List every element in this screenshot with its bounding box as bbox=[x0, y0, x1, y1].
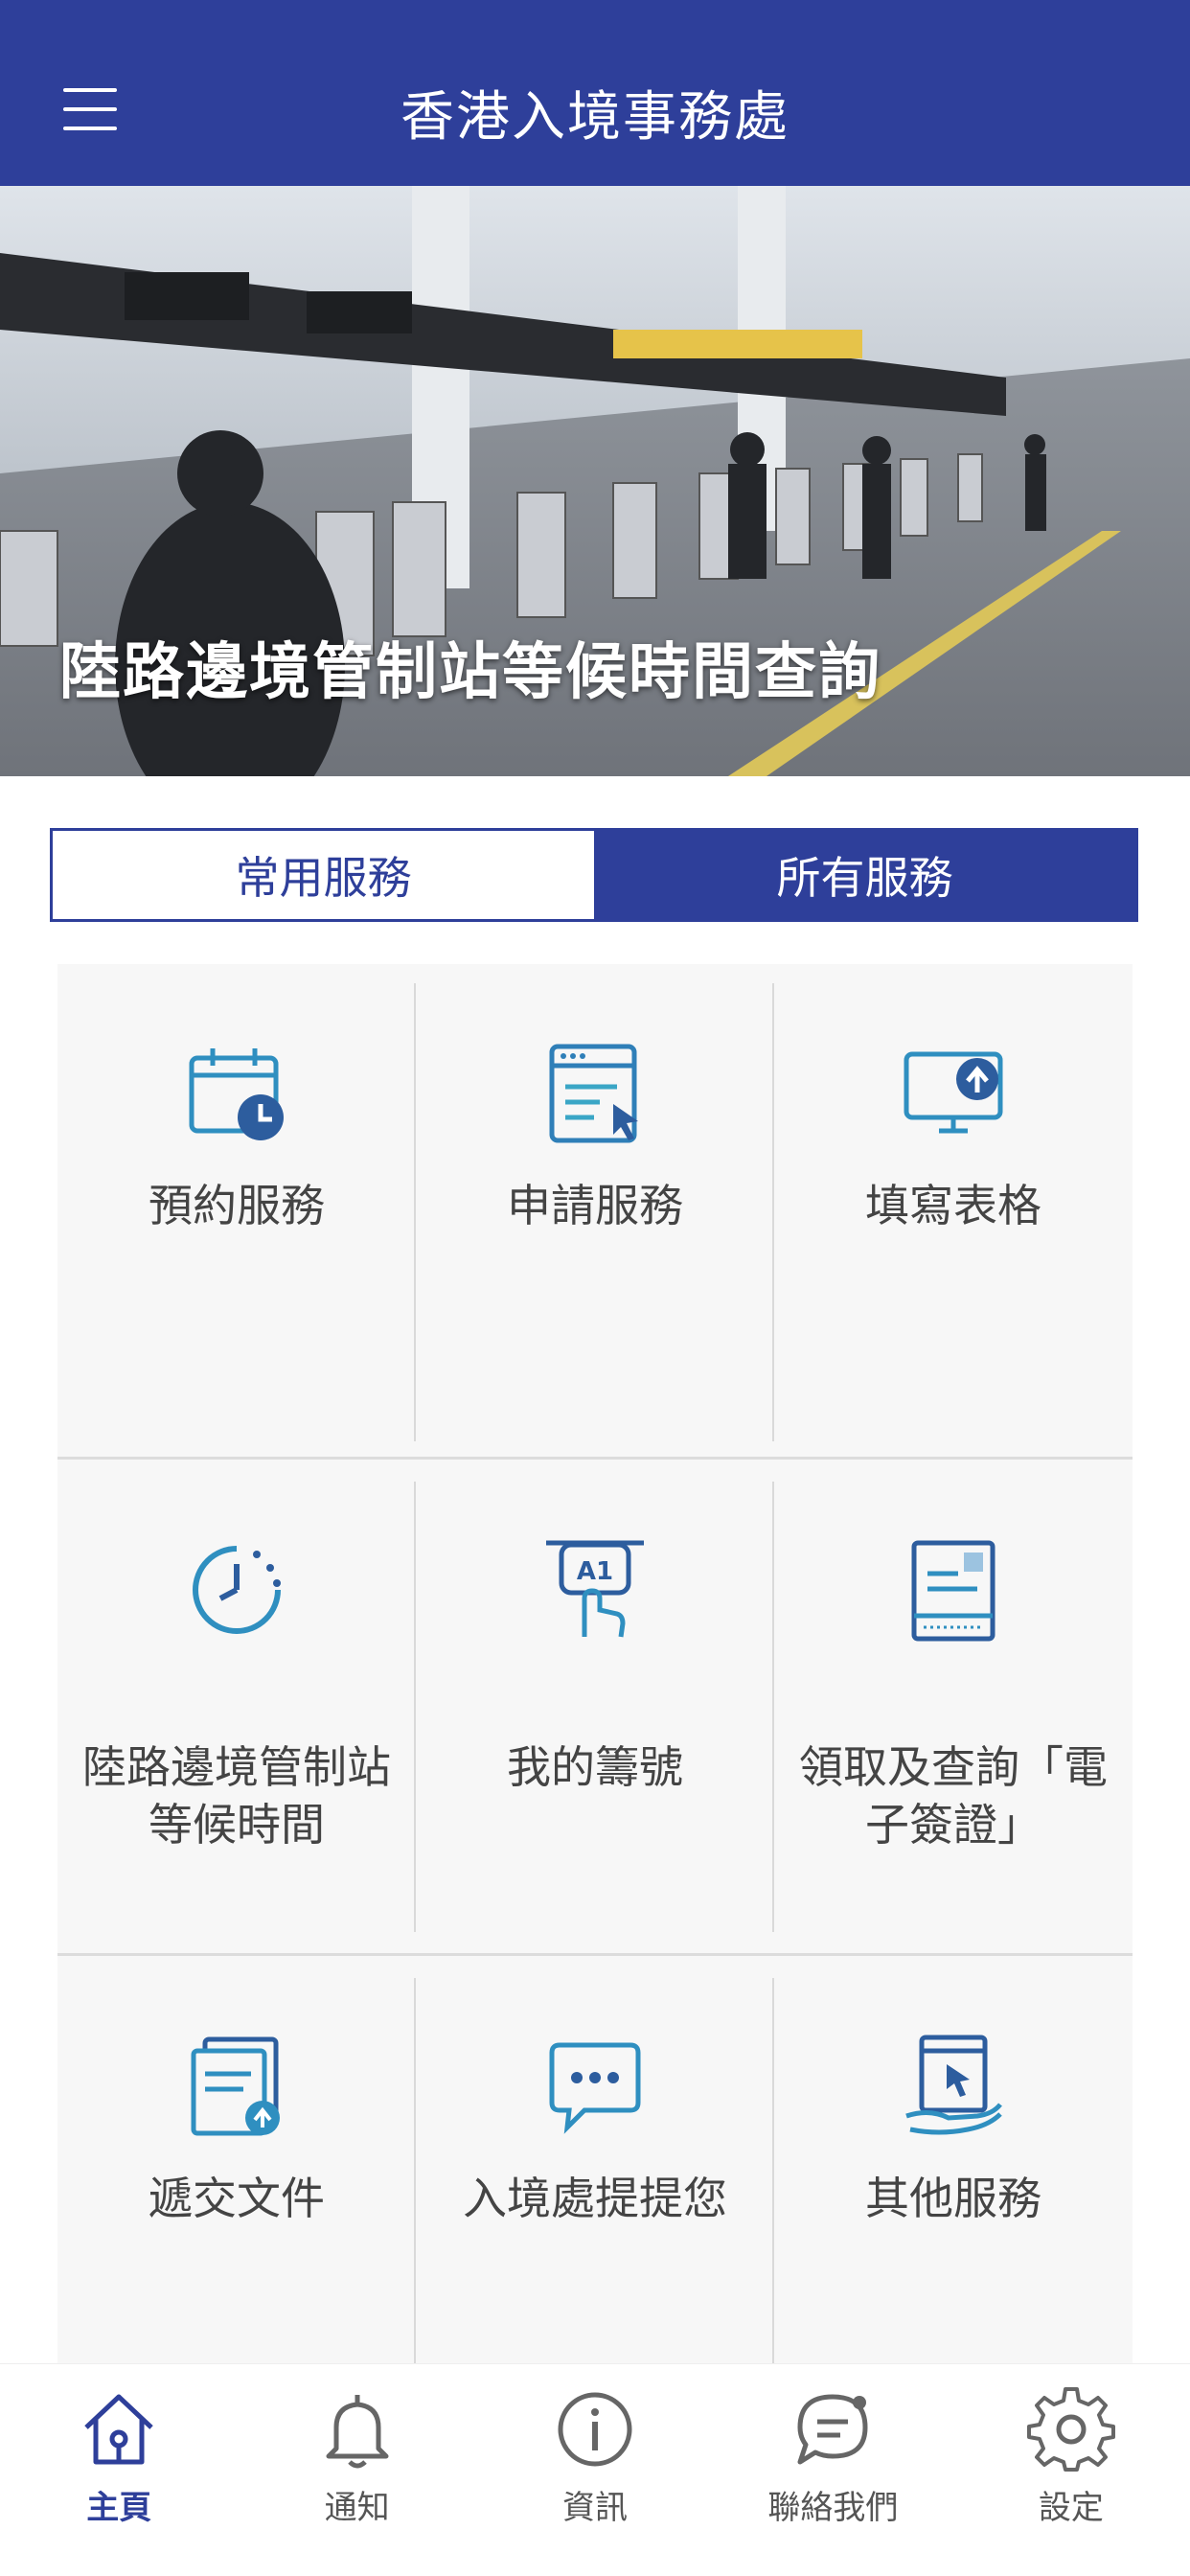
service-label: 我的籌號 bbox=[507, 1741, 683, 1793]
timer-icon bbox=[193, 1546, 281, 1634]
service-grid: 預約服務 申請服務 填寫表格 陸路邊境管制站等候時間 A1 我的籌號 領取及查詢… bbox=[57, 964, 1133, 2363]
service-appointment[interactable]: 預約服務 bbox=[57, 964, 416, 1462]
tab-common-services[interactable]: 常用服務 bbox=[53, 831, 594, 919]
service-e-visa[interactable]: 領取及查詢「電子簽證」 bbox=[774, 1460, 1133, 1959]
bottom-navigation: 主頁 通知 資訊 聯絡我們 設定 bbox=[0, 2363, 1190, 2576]
document-upload-icon bbox=[191, 2036, 280, 2136]
hamburger-menu-icon[interactable] bbox=[63, 88, 117, 130]
app-header: 香港入境事務處 bbox=[0, 0, 1190, 186]
service-label: 填寫表格 bbox=[865, 1180, 1041, 1231]
service-fill-forms[interactable]: 填寫表格 bbox=[774, 964, 1133, 1462]
chat-bubble-icon bbox=[549, 2042, 641, 2134]
service-label: 其他服務 bbox=[865, 2173, 1041, 2224]
nav-home[interactable]: 主頁 bbox=[0, 2364, 238, 2576]
nav-contact-us[interactable]: 聯絡我們 bbox=[714, 2364, 951, 2576]
calendar-clock-icon bbox=[189, 1048, 284, 1140]
nav-notifications[interactable]: 通知 bbox=[238, 2364, 475, 2576]
service-submit-documents[interactable]: 遞交文件 bbox=[57, 1957, 416, 2363]
gear-icon bbox=[1026, 2387, 1115, 2472]
service-label: 陸路邊境管制站等候時間 bbox=[82, 1741, 391, 1851]
service-label: 預約服務 bbox=[149, 1180, 325, 1231]
service-label: 入境處提提您 bbox=[463, 2173, 727, 2224]
service-other[interactable]: 其他服務 bbox=[774, 1957, 1133, 2363]
monitor-upload-icon bbox=[904, 1051, 1003, 1134]
hand-tablet-icon bbox=[905, 2035, 1002, 2135]
home-icon bbox=[84, 2394, 153, 2465]
info-icon bbox=[558, 2392, 632, 2467]
e-visa-icon bbox=[911, 1540, 995, 1642]
service-application[interactable]: 申請服務 bbox=[416, 964, 774, 1462]
service-label: 申請服務 bbox=[507, 1180, 683, 1231]
nav-label: 通知 bbox=[324, 2489, 390, 2527]
nav-information[interactable]: 資訊 bbox=[476, 2364, 714, 2576]
ticket-number-icon: A1 bbox=[546, 1540, 644, 1638]
bell-icon bbox=[326, 2395, 389, 2469]
nav-label: 資訊 bbox=[562, 2489, 629, 2527]
service-tabs: 常用服務 所有服務 bbox=[50, 828, 1138, 922]
service-waiting-time[interactable]: 陸路邊境管制站等候時間 bbox=[57, 1460, 416, 1959]
nav-label: 設定 bbox=[1038, 2489, 1104, 2527]
application-form-icon bbox=[549, 1044, 638, 1143]
svg-text:A1: A1 bbox=[577, 1557, 613, 1586]
page-title: 香港入境事務處 bbox=[400, 85, 790, 149]
service-label: 遞交文件 bbox=[149, 2173, 325, 2224]
service-my-ticket[interactable]: A1 我的籌號 bbox=[416, 1460, 774, 1959]
nav-settings[interactable]: 設定 bbox=[952, 2364, 1190, 2576]
nav-label: 主頁 bbox=[86, 2489, 152, 2527]
app-screen: 香港入境事務處 陸路邊境管制站等候時間查詢 常用服務 所有服務 預約服務 申請服… bbox=[0, 0, 1190, 2576]
service-immd-reminder[interactable]: 入境處提提您 bbox=[416, 1957, 774, 2363]
service-label: 領取及查詢「電子簽證」 bbox=[799, 1741, 1108, 1851]
banner-caption: 陸路邊境管制站等候時間查詢 bbox=[59, 637, 881, 708]
nav-label: 聯絡我們 bbox=[767, 2489, 899, 2527]
tab-all-services[interactable]: 所有服務 bbox=[594, 831, 1135, 919]
chat-icon bbox=[797, 2394, 868, 2465]
banner-carousel[interactable]: 陸路邊境管制站等候時間查詢 bbox=[0, 186, 1190, 776]
